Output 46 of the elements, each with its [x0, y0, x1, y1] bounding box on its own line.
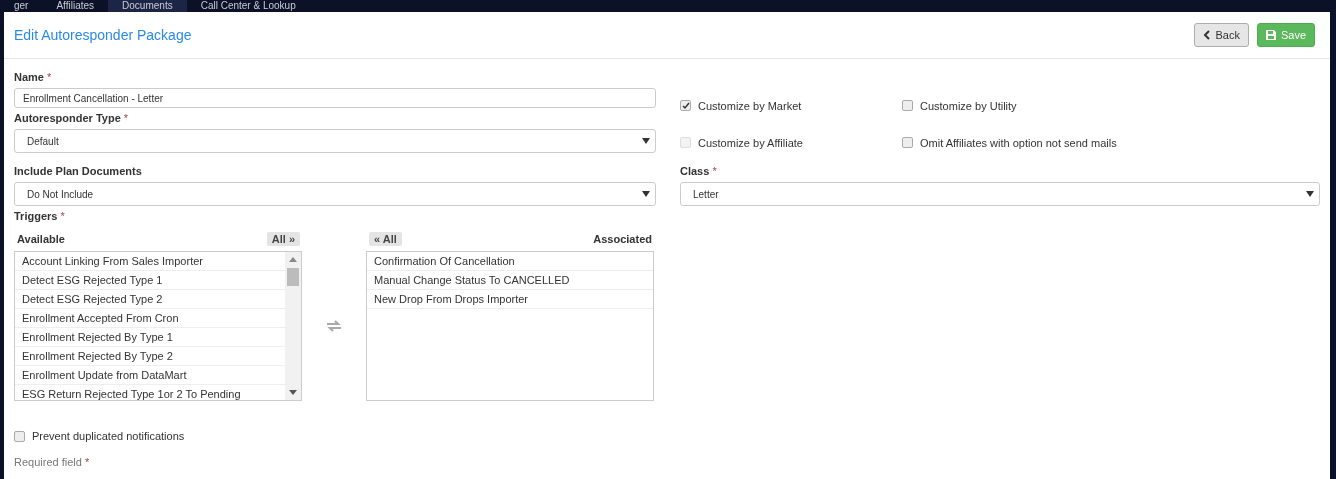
- field-label: Triggers *: [14, 210, 66, 222]
- list-item[interactable]: Manual Change Status To CANCELLED: [367, 271, 653, 290]
- back-button[interactable]: Back: [1194, 23, 1249, 47]
- dialog-title: Edit Autoresponder Package: [14, 27, 192, 43]
- floppy-icon: [1265, 30, 1276, 40]
- nav-item[interactable]: Documents: [108, 0, 187, 12]
- checkbox-label: Omit Affiliates with option not send mails: [920, 136, 1117, 149]
- chevron-left-icon: [1203, 30, 1211, 40]
- checkbox-label: Prevent duplicated notifications: [32, 430, 185, 442]
- name-input[interactable]: Enrollment Cancellation - Letter: [14, 88, 656, 108]
- checkbox-label: Customize by Affiliate: [698, 136, 803, 149]
- caret-icon: [1306, 190, 1314, 198]
- move-all-button[interactable]: All »: [266, 232, 300, 246]
- move-all-button[interactable]: « All: [369, 232, 402, 246]
- list-item[interactable]: Account Linking From Sales Importer: [15, 252, 285, 271]
- nav-item[interactable]: Call Center & Lookup: [186, 0, 310, 12]
- list-title: Available: [17, 233, 65, 245]
- checkbox[interactable]: [902, 100, 913, 111]
- field-label: Class *: [680, 165, 718, 177]
- select-field[interactable]: Default: [14, 129, 656, 153]
- scrollbar[interactable]: [285, 252, 301, 400]
- field-label: Include Plan Documents: [14, 165, 143, 177]
- nav-item[interactable]: Affiliates: [42, 0, 109, 12]
- checkbox[interactable]: [14, 430, 25, 442]
- list-item[interactable]: Detect ESG Rejected Type 1: [15, 271, 285, 290]
- swap-arrows-icon: [326, 320, 342, 332]
- caret-icon: [642, 137, 650, 145]
- list-item[interactable]: Enrollment Update from DataMart: [15, 366, 285, 385]
- field-label: Autoresponder Type *: [14, 112, 130, 124]
- field-label: Name *: [14, 71, 53, 83]
- list-item[interactable]: Detect ESG Rejected Type 2: [15, 290, 285, 309]
- checkbox[interactable]: [902, 137, 913, 148]
- list-item[interactable]: Confirmation Of Cancellation: [367, 252, 653, 271]
- list-item[interactable]: Enrollment Rejected By Type 1: [15, 328, 285, 347]
- list-item[interactable]: Enrollment Rejected By Type 2: [15, 347, 285, 366]
- required-note: Required field *: [14, 456, 91, 468]
- list-title: Associated: [593, 233, 652, 245]
- checkbox-label: Customize by Market: [698, 99, 802, 112]
- checkbox-label: Customize by Utility: [920, 99, 1017, 112]
- list-item[interactable]: New Drop From Drops Importer: [367, 290, 653, 309]
- select-field[interactable]: Letter: [680, 182, 1320, 206]
- nav-item[interactable]: ger: [0, 0, 43, 12]
- list-item[interactable]: Enrollment Accepted From Cron: [15, 309, 285, 328]
- select-field[interactable]: Do Not Include: [14, 182, 656, 206]
- caret-icon: [642, 190, 650, 198]
- checkbox[interactable]: [680, 100, 691, 111]
